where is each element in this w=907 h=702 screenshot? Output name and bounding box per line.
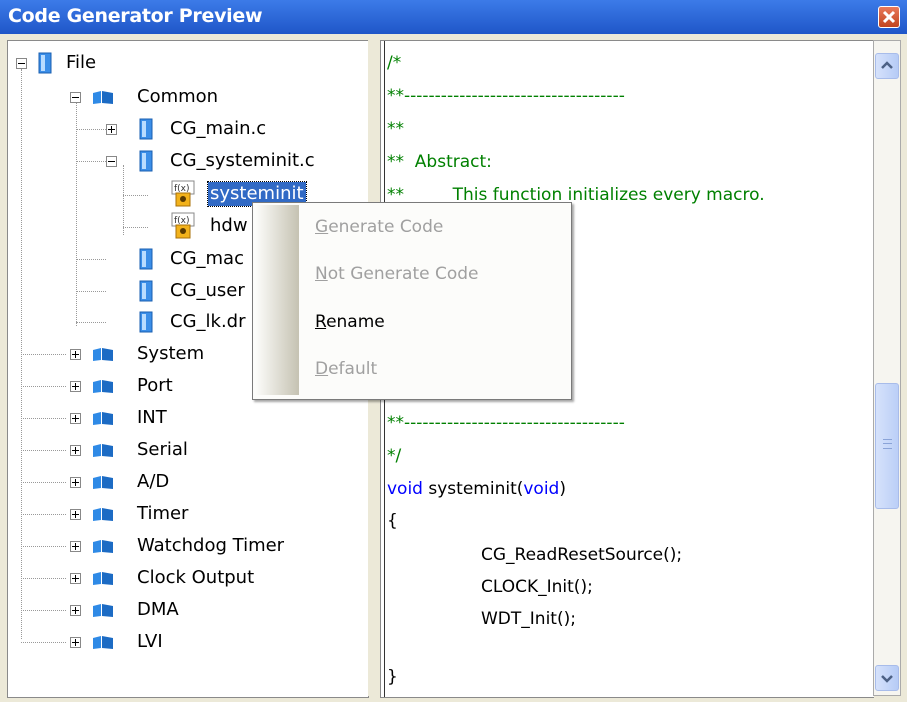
- tree-node-group[interactable]: A/D: [8, 468, 368, 496]
- tree-node-group[interactable]: Clock Output: [8, 564, 368, 592]
- folder-icon: [93, 636, 113, 649]
- tree-node-label: hdw: [210, 215, 248, 236]
- tree-node-common[interactable]: Common: [8, 83, 368, 111]
- scroll-down-icon: [881, 675, 893, 683]
- tree-node-cg-main[interactable]: CG_main.c: [8, 115, 368, 143]
- file-icon: [139, 248, 153, 270]
- code-line: CG_ReadResetSource();: [481, 545, 683, 565]
- tree-node-label: CG_main.c: [170, 118, 267, 139]
- scroll-down-button[interactable]: [875, 665, 899, 691]
- code-line: void systeminit(void): [387, 479, 566, 499]
- tree-node-label: File: [66, 52, 97, 73]
- code-line: {: [387, 511, 398, 531]
- expand-icon[interactable]: [70, 381, 81, 392]
- code-line: WDT_Init();: [481, 609, 576, 629]
- code-line: CLOCK_Init();: [481, 577, 593, 597]
- expand-icon[interactable]: [70, 477, 81, 488]
- folder-icon: [93, 508, 113, 521]
- file-icon: [139, 150, 153, 172]
- tree-node-label: INT: [137, 407, 167, 428]
- tree-node-label: LVI: [137, 631, 163, 652]
- menu-item-generate-code[interactable]: Generate Code: [315, 215, 443, 239]
- code-line: /*: [387, 53, 402, 73]
- scroll-up-button[interactable]: [875, 53, 899, 79]
- menu-item-rename[interactable]: Rename: [315, 310, 385, 334]
- function-icon: f(x): [171, 212, 195, 239]
- expand-icon[interactable]: [70, 573, 81, 584]
- collapse-icon[interactable]: [70, 92, 81, 103]
- expand-icon[interactable]: [70, 637, 81, 648]
- expand-icon[interactable]: [106, 124, 117, 135]
- tree-node-file[interactable]: File: [8, 49, 368, 77]
- tree-node-label: Watchdog Timer: [137, 535, 285, 556]
- menu-item-not-generate-code[interactable]: Not Generate Code: [315, 262, 479, 286]
- code-keyword: void: [387, 479, 423, 499]
- folder-icon: [93, 444, 113, 457]
- tree-node-cg-systeminit[interactable]: CG_systeminit.c: [8, 147, 368, 175]
- context-menu: Generate Code Not Generate Code Rename D…: [252, 202, 572, 400]
- tree-node-group[interactable]: DMA: [8, 596, 368, 624]
- window-title: Code Generator Preview: [8, 5, 263, 27]
- code-line: }: [387, 667, 398, 687]
- code-line: **------------------------------------: [387, 413, 625, 433]
- expand-icon[interactable]: [70, 605, 81, 616]
- scroll-thumb[interactable]: [875, 383, 899, 509]
- tree-node-group[interactable]: Timer: [8, 500, 368, 528]
- tree-node-label: Timer: [137, 503, 189, 524]
- code-line: ** Abstract:: [387, 152, 492, 172]
- tree-node-group[interactable]: Watchdog Timer: [8, 532, 368, 560]
- tree-node-group[interactable]: Serial: [8, 436, 368, 464]
- function-icon: f(x): [171, 180, 195, 207]
- expand-icon[interactable]: [70, 541, 81, 552]
- folder-icon: [93, 540, 113, 553]
- tree-node-label: Common: [137, 86, 219, 107]
- expand-icon[interactable]: [70, 445, 81, 456]
- folder-icon: [93, 572, 113, 585]
- code-text: ): [559, 479, 566, 499]
- code-line: **------------------------------------: [387, 86, 625, 106]
- folder-icon: [93, 412, 113, 425]
- tree-node-group[interactable]: LVI: [8, 628, 368, 656]
- folder-icon: [93, 476, 113, 489]
- code-keyword: void: [523, 479, 560, 499]
- code-line: **: [387, 119, 404, 139]
- file-icon: [139, 311, 153, 333]
- title-bar: Code Generator Preview: [0, 0, 907, 34]
- close-icon: [882, 10, 896, 24]
- tree-node-label: A/D: [137, 471, 170, 492]
- tree-node-label: CG_systeminit.c: [170, 150, 315, 171]
- tree-node-label: CG_lk.dr: [170, 311, 246, 332]
- tree-node-label: DMA: [137, 599, 179, 620]
- folder-icon: [93, 380, 113, 393]
- tree-node-label: CG_mac: [170, 248, 244, 269]
- folder-icon: [93, 348, 113, 361]
- tree-node-label: System: [137, 343, 205, 364]
- file-icon: [38, 52, 52, 74]
- scroll-up-icon: [881, 61, 893, 69]
- vertical-scrollbar[interactable]: [873, 40, 901, 696]
- file-icon: [139, 280, 153, 302]
- tree-node-label: CG_user: [170, 280, 245, 301]
- folder-icon: [93, 91, 113, 104]
- tree-node-label: Port: [137, 375, 173, 396]
- folder-icon: [93, 604, 113, 617]
- tree-node-label: Clock Output: [137, 567, 255, 588]
- expand-icon[interactable]: [70, 349, 81, 360]
- collapse-icon[interactable]: [106, 156, 117, 167]
- file-icon: [139, 118, 153, 140]
- expand-icon[interactable]: [70, 413, 81, 424]
- tree-node-label: Serial: [137, 439, 188, 460]
- code-line: */: [387, 446, 402, 466]
- tree-node-group[interactable]: INT: [8, 404, 368, 432]
- code-text: systeminit(: [422, 479, 524, 499]
- expand-icon[interactable]: [70, 509, 81, 520]
- collapse-icon[interactable]: [16, 58, 27, 69]
- menu-item-default[interactable]: Default: [315, 357, 377, 381]
- close-button[interactable]: [878, 6, 900, 28]
